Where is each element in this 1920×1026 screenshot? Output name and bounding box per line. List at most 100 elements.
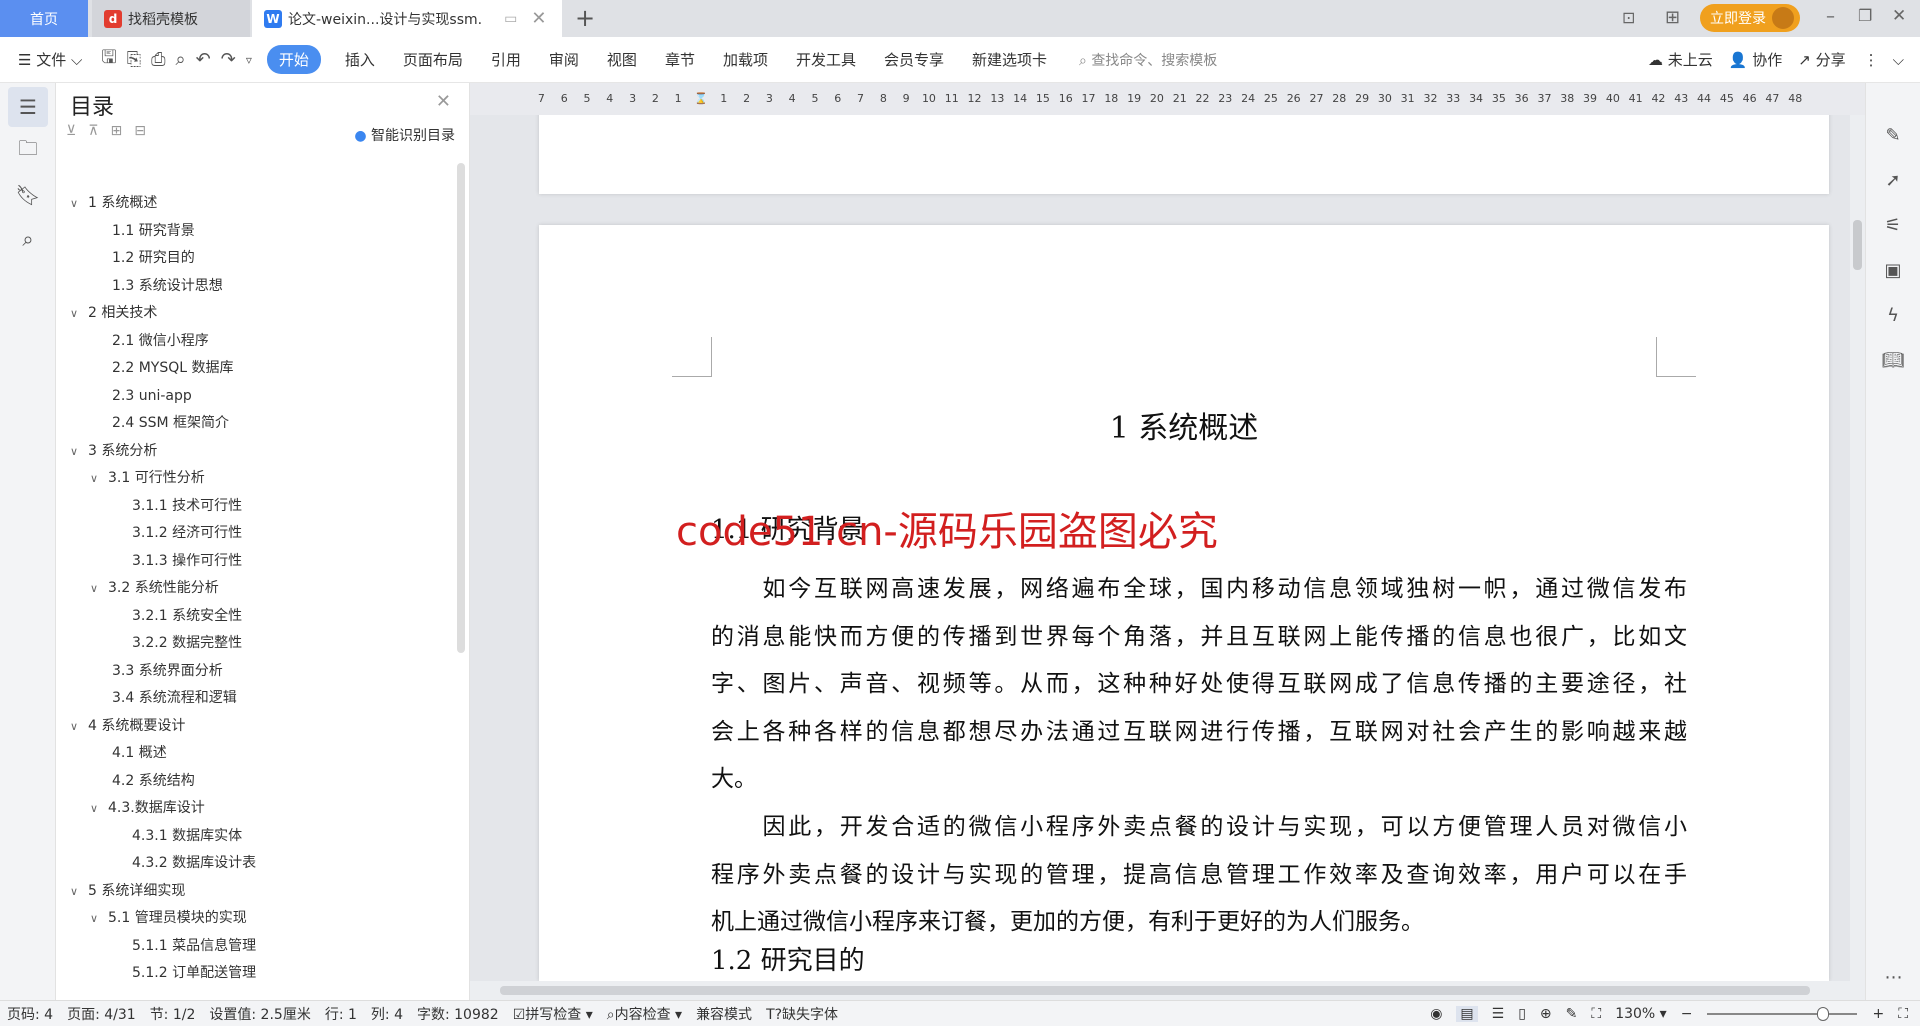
- spell-check-button[interactable]: ☑拼写检查 ▾: [513, 1004, 593, 1024]
- ruler[interactable]: 7 6 5 4 3 2 1 ⌛ 1 2 3 4 5 6 7 8 9 10 11 12 13 14 15 16 17 18 19 20 2…: [470, 83, 1865, 115]
- tab-docer[interactable]: ⅾ 找稻壳模板: [92, 0, 250, 37]
- chevron-down-icon[interactable]: ∨: [70, 713, 88, 741]
- document-canvas[interactable]: 1 系统概述 1.1 研究背景 code51.cn-源码乐园盗图必究 如今互联网…: [470, 115, 1850, 981]
- print-preview-icon[interactable]: ⌕: [176, 49, 186, 70]
- select-icon[interactable]: ➚: [1866, 158, 1920, 203]
- find-icon[interactable]: ⌕: [8, 219, 48, 259]
- toc-item[interactable]: 4.2 系统结构: [70, 768, 440, 796]
- close-window-icon[interactable]: ✕: [1892, 6, 1906, 26]
- page-view-icon[interactable]: ▤: [1456, 1005, 1478, 1022]
- more-dropdown-icon[interactable]: ▿: [246, 53, 252, 67]
- pen-icon[interactable]: ✎: [1866, 113, 1920, 158]
- zoom-slider-knob[interactable]: [1817, 1006, 1830, 1021]
- toc-item[interactable]: 3.2.1 系统安全性: [70, 603, 440, 631]
- fullscreen-icon[interactable]: ⛶: [1898, 1006, 1908, 1022]
- tab-references[interactable]: 引用: [491, 49, 521, 70]
- navigation-icon[interactable]: 🗀: [8, 131, 48, 171]
- print-icon[interactable]: ⎙: [151, 49, 165, 70]
- toc-item[interactable]: ∨ 4 系统概要设计: [70, 713, 440, 741]
- content-check-button[interactable]: ⌕内容检查 ▾: [607, 1004, 682, 1024]
- toc-icon[interactable]: ☰: [8, 87, 48, 127]
- lightning-icon[interactable]: ϟ: [1866, 293, 1920, 338]
- toc-item[interactable]: ∨ 3 系统分析: [70, 438, 440, 466]
- cloud-button[interactable]: ☁ 未上云: [1648, 49, 1713, 70]
- pen-icon[interactable]: ✎: [1566, 1006, 1578, 1022]
- file-menu[interactable]: ☰ 文件 ⌵: [18, 49, 82, 70]
- toc-item[interactable]: ∨ 2 相关技术: [70, 300, 440, 328]
- outline-view-icon[interactable]: ☰: [1492, 1006, 1505, 1022]
- toc-item[interactable]: 2.2 MYSQL 数据库: [70, 355, 440, 383]
- zoom-slider[interactable]: [1707, 1006, 1858, 1021]
- new-tab-icon[interactable]: +: [575, 4, 595, 32]
- collab-button[interactable]: 👤 协作: [1729, 49, 1782, 70]
- minimize-icon[interactable]: –: [1826, 6, 1835, 27]
- collapse-all-icon[interactable]: ⊼: [88, 123, 98, 139]
- toc-item[interactable]: 3.1.3 操作可行性: [70, 548, 440, 576]
- chevron-down-icon[interactable]: ∨: [90, 795, 108, 823]
- heading-2[interactable]: 1.2 研究目的: [711, 945, 865, 977]
- missing-font-button[interactable]: T?缺失字体: [766, 1004, 838, 1024]
- more-icon[interactable]: ⋮: [1864, 51, 1879, 69]
- login-button[interactable]: 立即登录: [1700, 4, 1800, 32]
- book-icon[interactable]: 📖︎: [1866, 338, 1920, 383]
- web-view-icon[interactable]: ⊕: [1540, 1006, 1552, 1022]
- zoom-level[interactable]: 130% ▾: [1615, 1006, 1667, 1022]
- tab-page-layout[interactable]: 页面布局: [403, 49, 463, 70]
- tab-review[interactable]: 审阅: [549, 49, 579, 70]
- paragraph[interactable]: 如今互联网高速发展，网络遍布全球，国内移动信息领域独树一帜，通过微信发布 的消息能…: [711, 566, 1687, 804]
- pin-icon[interactable]: ▭: [504, 11, 517, 27]
- share-button[interactable]: ↗ 分享: [1798, 49, 1845, 70]
- chevron-down-icon[interactable]: ∨: [70, 190, 88, 218]
- horizontal-scrollbar[interactable]: [470, 981, 1865, 1000]
- zoom-in-icon[interactable]: +: [1872, 1006, 1884, 1022]
- remove-icon[interactable]: ⊟: [134, 123, 146, 139]
- tab-start[interactable]: 开始: [266, 45, 321, 74]
- toc-item[interactable]: ∨ 5 系统详细实现: [70, 878, 440, 906]
- toc-item[interactable]: 3.2.2 数据完整性: [70, 630, 440, 658]
- scroll-thumb[interactable]: [500, 986, 1810, 995]
- close-tab-icon[interactable]: ✕: [531, 8, 546, 29]
- chevron-down-icon[interactable]: ∨: [90, 465, 108, 493]
- layout-icon[interactable]: ⊡: [1622, 8, 1635, 27]
- zoom-out-icon[interactable]: −: [1681, 1006, 1693, 1022]
- tab-home[interactable]: 首页: [0, 0, 88, 37]
- command-search[interactable]: ⌕ 查找命令、搜索模板: [1079, 50, 1217, 70]
- tab-document[interactable]: W 论文-weixin...设计与实现ssm. ▭ ✕: [252, 0, 562, 37]
- toc-item[interactable]: 5.1.2 订单配送管理: [70, 960, 440, 988]
- toc-item[interactable]: 1.3 系统设计思想: [70, 273, 440, 301]
- toc-item[interactable]: 2.1 微信小程序: [70, 328, 440, 356]
- tab-insert[interactable]: 插入: [345, 49, 375, 70]
- tab-addins[interactable]: 加载项: [723, 49, 768, 70]
- fit-page-icon[interactable]: ⛶: [1591, 1006, 1601, 1022]
- toc-item[interactable]: ∨ 5.1 管理员模块的实现: [70, 905, 440, 933]
- collapse-ribbon-icon[interactable]: ⌵: [1893, 51, 1904, 69]
- smart-toc-button[interactable]: ● 智能识别目录: [354, 125, 455, 145]
- toc-item[interactable]: 3.1.2 经济可行性: [70, 520, 440, 548]
- tab-chapter[interactable]: 章节: [665, 49, 695, 70]
- word-count[interactable]: 字数: 10982: [417, 1004, 499, 1024]
- vertical-scrollbar[interactable]: [1850, 115, 1865, 981]
- toc-item[interactable]: 3.1.1 技术可行性: [70, 493, 440, 521]
- export-pdf-icon[interactable]: ⎘: [127, 49, 141, 70]
- toc-item[interactable]: ∨ 3.2 系统性能分析: [70, 575, 440, 603]
- grid-apps-icon[interactable]: ⊞: [1665, 7, 1680, 28]
- restore-icon[interactable]: ❐: [1858, 6, 1872, 25]
- toc-item[interactable]: ∨ 1 系统概述: [70, 190, 440, 218]
- save-icon[interactable]: 🖫: [101, 45, 116, 75]
- toc-item[interactable]: 5.1.1 菜品信息管理: [70, 933, 440, 961]
- more-icon[interactable]: ⋯: [1866, 955, 1920, 1000]
- toc-scrollbar[interactable]: [457, 163, 465, 653]
- read-view-icon[interactable]: ▯: [1518, 1006, 1526, 1022]
- toc-item[interactable]: 3.4 系统流程和逻辑: [70, 685, 440, 713]
- undo-icon[interactable]: ↶: [196, 49, 211, 70]
- toc-item[interactable]: 4.1 概述: [70, 740, 440, 768]
- toc-item[interactable]: 2.4 SSM 框架简介: [70, 410, 440, 438]
- bookmark-icon[interactable]: 🔖︎: [8, 175, 48, 215]
- scroll-thumb[interactable]: [1853, 220, 1862, 270]
- close-icon[interactable]: ✕: [436, 91, 451, 112]
- tab-developer[interactable]: 开发工具: [796, 49, 856, 70]
- eye-protect-icon[interactable]: ◉: [1430, 1006, 1442, 1022]
- toc-item[interactable]: ∨ 4.3.数据库设计: [70, 795, 440, 823]
- toc-item[interactable]: 1.2 研究目的: [70, 245, 440, 273]
- tab-new-tab[interactable]: 新建选项卡: [972, 49, 1047, 70]
